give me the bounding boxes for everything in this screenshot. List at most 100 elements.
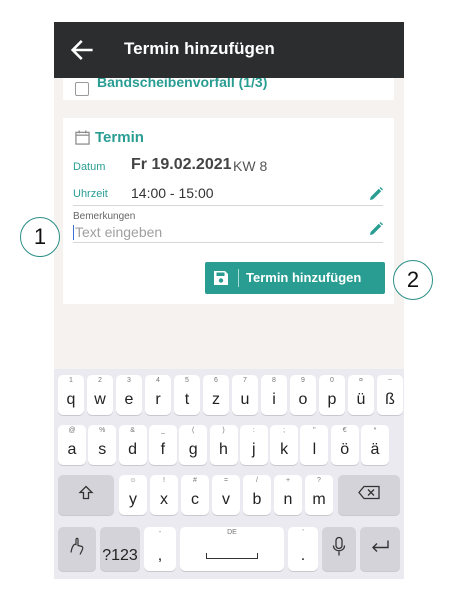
key-alt-char: & xyxy=(130,427,135,434)
phone-screen: Termin hinzufügen Bandscheibenvorfall (1… xyxy=(54,22,404,579)
key-char: j xyxy=(252,441,256,458)
key-ä[interactable]: * ä xyxy=(361,425,389,465)
key-f[interactable]: _ f xyxy=(148,425,177,465)
comma-key[interactable]: -, xyxy=(144,527,176,571)
key-p[interactable]: 0p xyxy=(319,375,345,415)
uhrzeit-label: Uhrzeit xyxy=(73,188,108,200)
key-ß[interactable]: ~ ß xyxy=(377,375,403,415)
microphone-key[interactable] xyxy=(322,527,356,571)
key-char: l xyxy=(312,441,317,458)
key-char: v xyxy=(222,491,230,508)
key-char: g xyxy=(188,441,198,458)
shift-icon-wrap xyxy=(78,485,94,506)
key-o[interactable]: 9o xyxy=(290,375,316,415)
key-alt-char: ! xyxy=(163,477,165,484)
space-key[interactable]: DE xyxy=(180,527,284,571)
key-alt-char: 0 xyxy=(330,377,334,384)
key-char: c xyxy=(191,491,199,508)
key-char: a xyxy=(67,441,77,458)
app-bar: Termin hinzufügen xyxy=(54,22,404,78)
key-t[interactable]: 5t xyxy=(174,375,200,415)
key-e[interactable]: 3e xyxy=(116,375,142,415)
termin-hinzufuegen-label: Termin hinzufügen xyxy=(246,270,362,285)
key-alt-char: * xyxy=(373,427,377,434)
key-q[interactable]: 1q xyxy=(58,375,84,415)
key-char: , xyxy=(157,547,163,564)
key-g[interactable]: (g xyxy=(179,425,208,465)
key-w[interactable]: 2w xyxy=(87,375,113,415)
key-char: w xyxy=(94,391,106,408)
callout-2: 2 xyxy=(393,260,433,300)
text-caret xyxy=(73,225,74,240)
key-char: b xyxy=(252,491,262,508)
key-char: ü xyxy=(356,391,366,408)
backspace-key[interactable] xyxy=(338,475,400,515)
key-alt-char: - xyxy=(158,529,162,536)
key-m[interactable]: ? m xyxy=(305,475,333,515)
key-ö[interactable]: € ö xyxy=(330,425,359,465)
key-b[interactable]: / b xyxy=(243,475,271,515)
divider xyxy=(73,242,383,243)
key-char: m xyxy=(312,491,326,508)
key-char: z xyxy=(212,391,220,408)
pencil-icon[interactable] xyxy=(368,221,384,237)
key-n[interactable]: + n xyxy=(274,475,302,515)
swipe-key[interactable] xyxy=(58,527,96,571)
key-alt-char: 6 xyxy=(214,377,218,384)
key-y[interactable]: ☺ y xyxy=(119,475,147,515)
key-v[interactable]: = v xyxy=(212,475,240,515)
key-char: ö xyxy=(340,441,350,458)
key-alt-char: " xyxy=(313,427,316,434)
key-char: h xyxy=(219,441,228,458)
microphone-icon xyxy=(332,536,346,556)
key-char: s xyxy=(98,441,107,458)
key-j[interactable]: :j xyxy=(239,425,268,465)
key-a[interactable]: @ a xyxy=(58,425,86,465)
bemerkungen-input[interactable] xyxy=(75,224,315,240)
shift-key[interactable] xyxy=(58,475,114,515)
key-alt-char: + xyxy=(285,477,291,484)
key-k[interactable]: ; k xyxy=(270,425,299,465)
swipe-hand-icon xyxy=(70,537,84,555)
key-l[interactable]: " l xyxy=(300,425,329,465)
key-z[interactable]: 6z xyxy=(203,375,229,415)
key-char: t xyxy=(184,391,190,408)
key-alt-char: 1 xyxy=(69,377,73,384)
space-bar-mark xyxy=(206,553,258,559)
datum-value[interactable]: Fr 19.02.2021 xyxy=(131,156,232,174)
key-h[interactable]: ) h xyxy=(209,425,238,465)
backspace-icon xyxy=(358,485,380,500)
key-alt-char: 2 xyxy=(98,377,102,384)
kw-value: KW 8 xyxy=(233,158,268,174)
callout-1: 1 xyxy=(20,217,60,257)
key-u[interactable]: 7u xyxy=(232,375,258,415)
key-char: k xyxy=(280,441,289,458)
button-separator xyxy=(238,269,239,287)
key-x[interactable]: ! x xyxy=(150,475,178,515)
uhrzeit-value[interactable]: 14:00 - 15:00 xyxy=(131,185,214,201)
key-char: i xyxy=(272,391,276,408)
key-char: e xyxy=(124,391,134,408)
key-r[interactable]: 4r xyxy=(145,375,171,415)
key-alt-char: _ xyxy=(160,427,165,434)
key-alt-char: 5 xyxy=(185,377,189,384)
key-alt-char: ¤ xyxy=(359,377,363,384)
period-key[interactable]: '. xyxy=(288,527,318,571)
enter-key[interactable] xyxy=(360,527,400,571)
key-s[interactable]: % s xyxy=(88,425,117,465)
pencil-icon[interactable] xyxy=(368,186,384,202)
key-alt-char: 7 xyxy=(243,377,247,384)
key-d[interactable]: & d xyxy=(118,425,147,465)
arrow-left-icon[interactable] xyxy=(68,36,96,64)
key-alt-char: € xyxy=(342,427,347,434)
key-i[interactable]: 8i xyxy=(261,375,287,415)
on-screen-keyboard: 1 q 2 w 3 e 4 r 5 t 6 z 7 u 8 i 9 o 0 p ¤ ü ~ ß @ a% s & d _ f(g) h: j; k… xyxy=(54,369,404,579)
key-char: q xyxy=(66,391,76,408)
checkbox[interactable] xyxy=(75,82,89,96)
symbols-key[interactable]: ?123 xyxy=(100,527,140,571)
termin-hinzufuegen-button[interactable]: Termin hinzufügen xyxy=(205,262,385,294)
key-c[interactable]: # c xyxy=(181,475,209,515)
key-ü[interactable]: ¤ ü xyxy=(348,375,374,415)
shift-icon xyxy=(78,485,94,500)
calendar-icon xyxy=(75,130,90,145)
